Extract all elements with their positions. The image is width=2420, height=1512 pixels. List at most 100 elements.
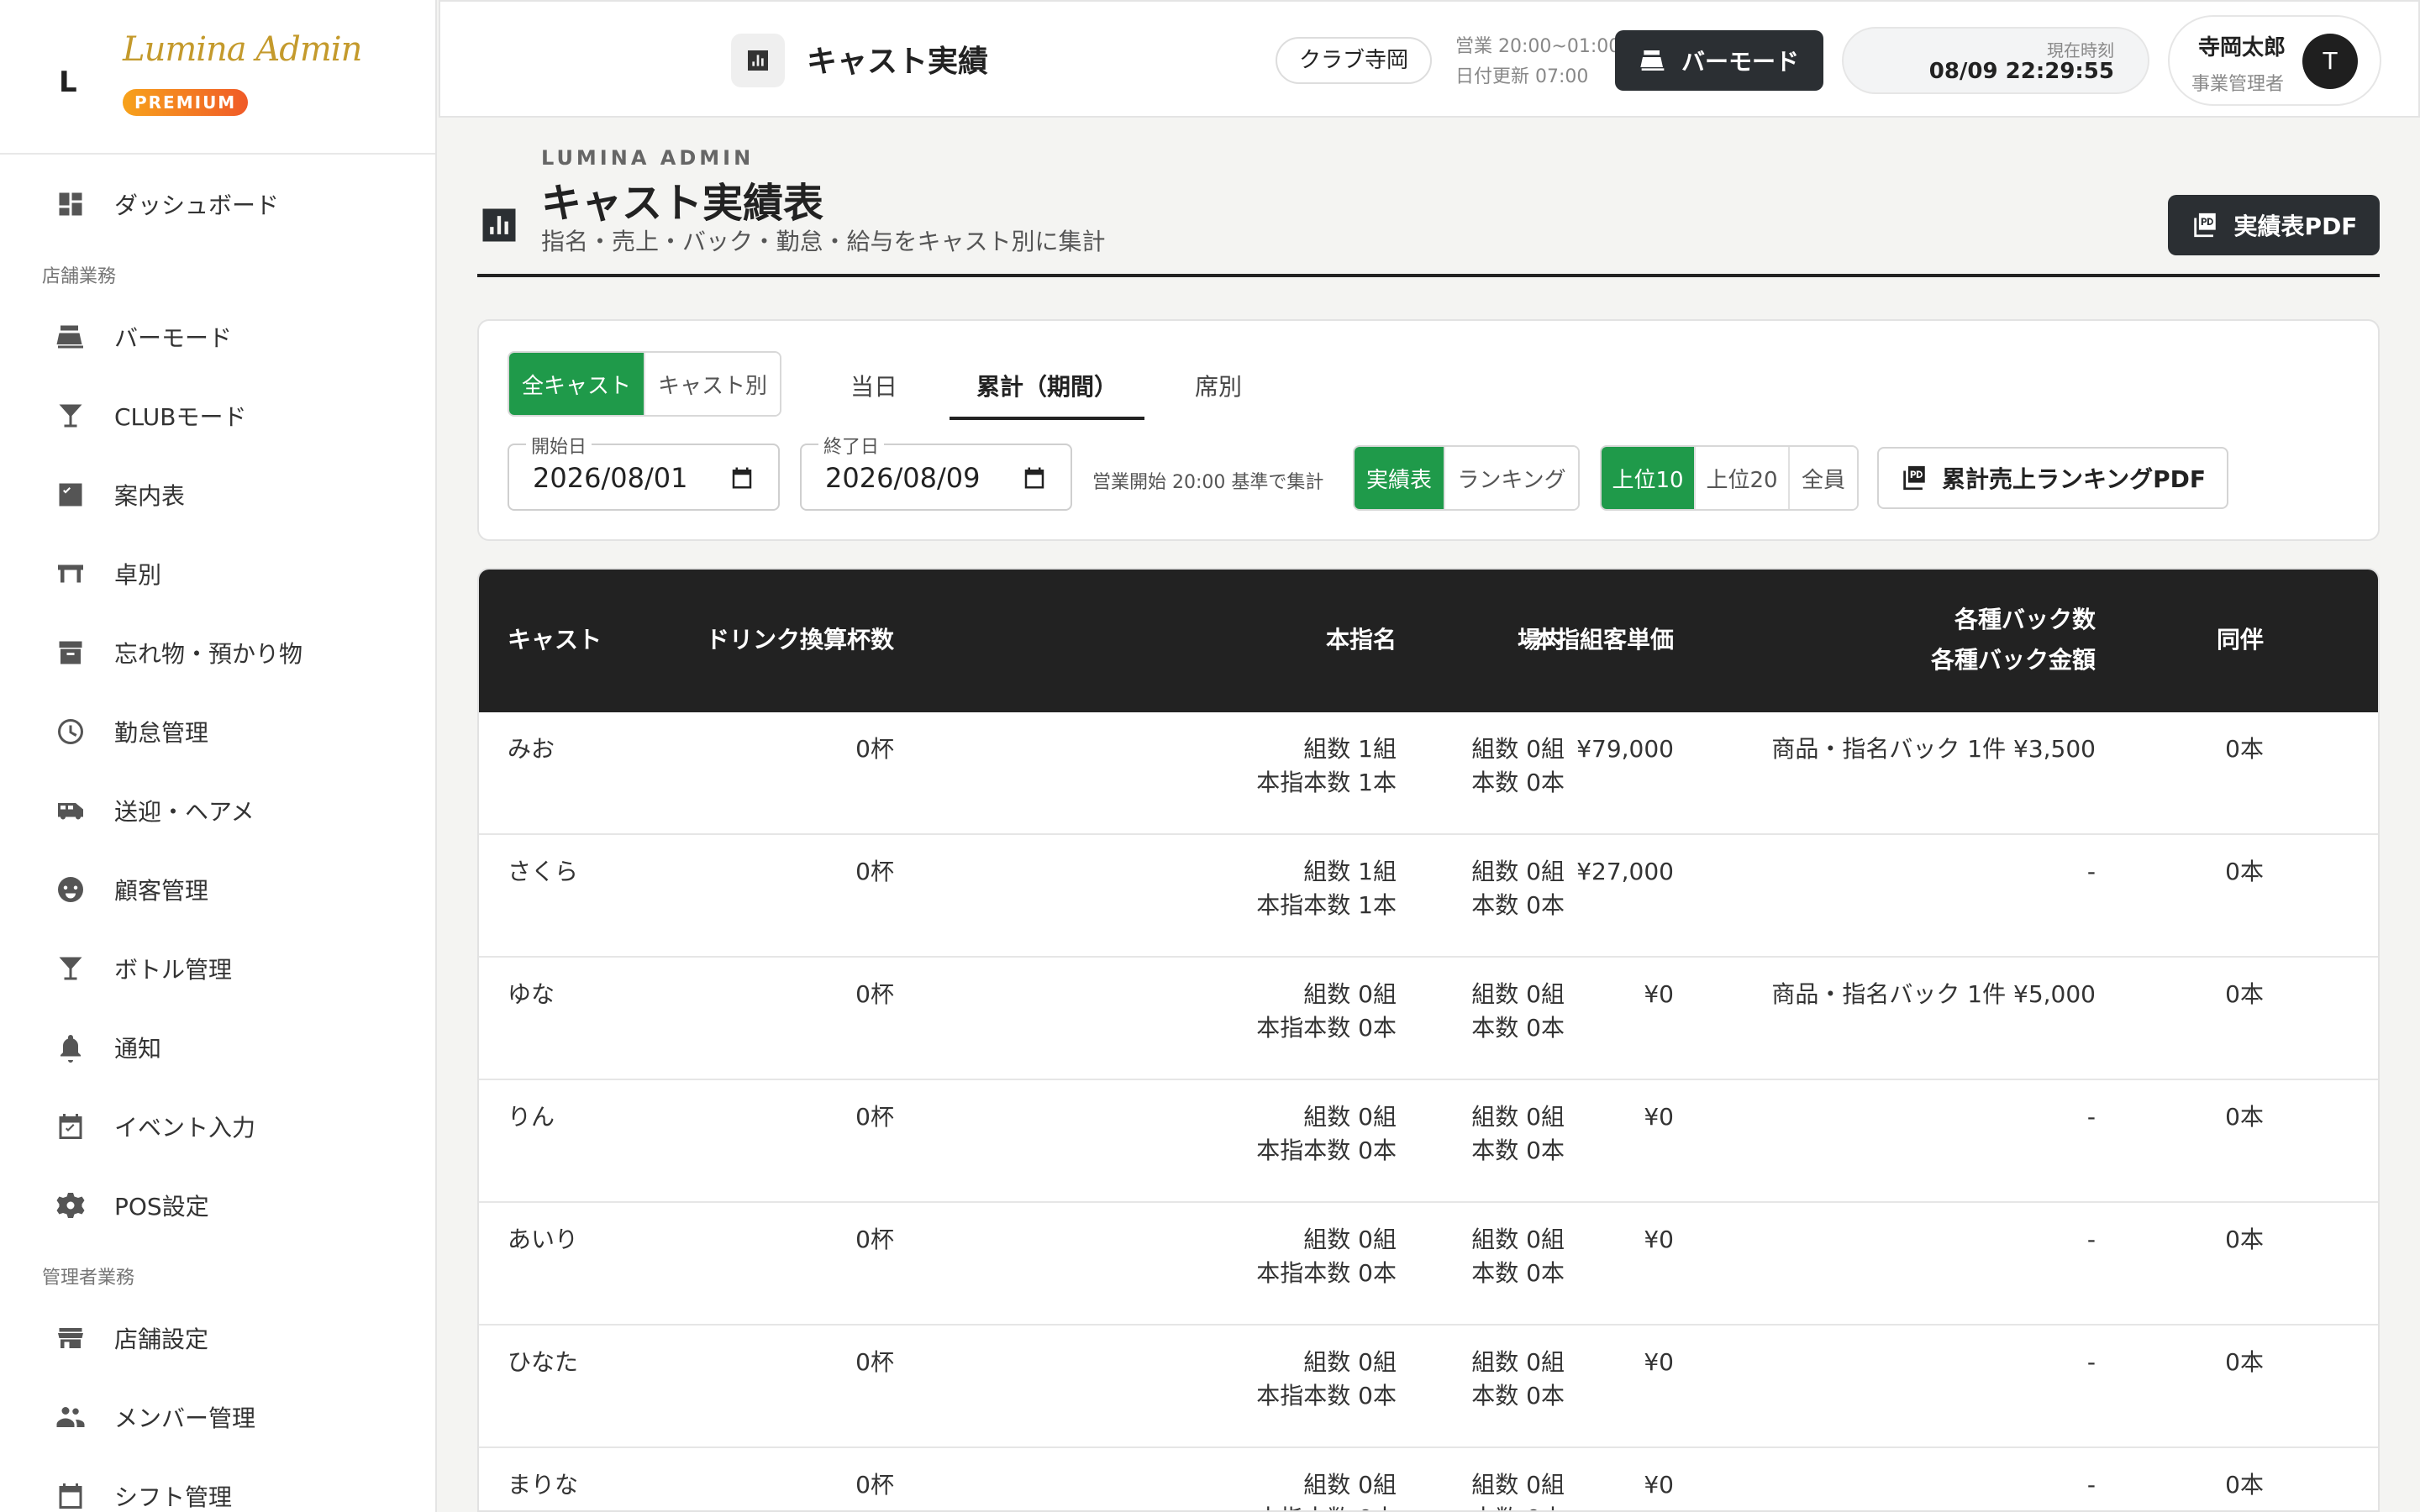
sidebar-item-transport[interactable]: 送迎・ヘアメ bbox=[0, 771, 435, 850]
ranking-pdf-button[interactable]: 累計売上ランキングPDF bbox=[1877, 447, 2228, 509]
cast-name[interactable]: みお bbox=[508, 732, 555, 766]
sidebar-item-label: 案内表 bbox=[114, 482, 186, 510]
honshimei-cell: 組数 0組本指本数 0本 bbox=[1256, 1346, 1397, 1413]
honshimei-cell: 組数 0組本指本数 0本 bbox=[1256, 1100, 1397, 1168]
tab-by-seat[interactable]: 席別 bbox=[1195, 360, 1242, 420]
business-hours-info: 営業 20:00~01:00 日付更新 07:00 bbox=[1455, 32, 1620, 92]
column-header-drink[interactable]: ドリンク換算杯数 bbox=[706, 620, 894, 660]
drink-count: 0杯 bbox=[855, 735, 894, 763]
date-update-time: 日付更新 07:00 bbox=[1455, 66, 1589, 87]
sidebar-item-members[interactable]: メンバー管理 bbox=[0, 1378, 435, 1457]
sidebar-item-bar-mode[interactable]: バーモード bbox=[0, 297, 435, 376]
top-20-option[interactable]: 上位20 bbox=[1696, 447, 1790, 509]
calendar-icon[interactable] bbox=[1022, 465, 1047, 491]
sidebar-item-bottles[interactable]: ボトル管理 bbox=[0, 929, 435, 1008]
register-icon bbox=[54, 320, 87, 354]
table-row[interactable]: みお 組数 1組 本指本数 1本 組数 0組 本数 0本 0杯 ¥79,000 商品・指名バッ… bbox=[479, 712, 2378, 835]
bar-mode-button[interactable]: バーモード bbox=[1615, 30, 1823, 91]
sidebar-item-pos-settings[interactable]: POS設定 bbox=[0, 1166, 435, 1245]
sidebar-item-label: 卓別 bbox=[114, 561, 162, 589]
sidebar-item-customers[interactable]: 顧客管理 bbox=[0, 850, 435, 929]
dohan-count: 0本 bbox=[2225, 1471, 2264, 1499]
unit-price: ¥27,000 bbox=[1576, 858, 1674, 885]
end-date-label: 終了日 bbox=[818, 432, 885, 459]
cocktail-icon bbox=[54, 952, 87, 985]
table-icon bbox=[54, 557, 87, 591]
user-menu[interactable]: 寺岡太郎 事業管理者 T bbox=[2168, 15, 2381, 106]
drink-count: 0杯 bbox=[855, 1471, 894, 1499]
cast-name[interactable]: さくら bbox=[508, 855, 578, 889]
view-performance-table[interactable]: 実績表 bbox=[1355, 447, 1445, 509]
cast-name[interactable]: りん bbox=[508, 1100, 555, 1134]
cast-name[interactable]: ゆな bbox=[508, 978, 555, 1011]
filter-panel: 全キャスト キャスト別 当日 累計（期間） 席別 開始日 2026/08/01 … bbox=[477, 319, 2380, 541]
cast-name[interactable]: まりな bbox=[508, 1468, 578, 1502]
sidebar-item-tables[interactable]: 卓別 bbox=[0, 534, 435, 613]
column-header-cast[interactable]: キャスト bbox=[508, 620, 602, 660]
banai-count: 本数 0本 bbox=[1471, 1502, 1565, 1510]
calendar-icon bbox=[54, 1110, 87, 1143]
sidebar-item-guide[interactable]: 案内表 bbox=[0, 455, 435, 534]
sidebar-item-label: メンバー管理 bbox=[114, 1404, 256, 1432]
bar-chart-icon bbox=[731, 34, 785, 87]
view-ranking[interactable]: ランキング bbox=[1445, 447, 1578, 509]
banai-count: 本数 0本 bbox=[1471, 1382, 1565, 1410]
banai-cell: 組数 0組本数 0本 bbox=[1471, 1468, 1565, 1510]
column-header-back-amount[interactable]: 各種バック金額 bbox=[1931, 640, 2096, 680]
sidebar-item-events[interactable]: イベント入力 bbox=[0, 1087, 435, 1166]
top-10-option[interactable]: 上位10 bbox=[1602, 447, 1696, 509]
unit-price: ¥79,000 bbox=[1576, 735, 1674, 763]
sidebar-item-dashboard[interactable]: ダッシュボード bbox=[0, 165, 435, 244]
scope-all-casts[interactable]: 全キャスト bbox=[509, 353, 645, 415]
table-row[interactable]: あいり 組数 0組 本指本数 0本 組数 0組 本数 0本 0杯 ¥0-0本 bbox=[479, 1203, 2378, 1326]
start-date-value[interactable]: 2026/08/01 bbox=[533, 462, 687, 494]
tab-cumulative[interactable]: 累計（期間） bbox=[950, 360, 1144, 420]
sidebar-item-attendance[interactable]: 勤怠管理 bbox=[0, 692, 435, 771]
start-date-field[interactable]: 開始日 2026/08/01 bbox=[508, 432, 780, 511]
banai-groups: 組数 0組 bbox=[1471, 980, 1565, 1008]
table-row[interactable]: さくら 組数 1組 本指本数 1本 組数 0組 本数 0本 0杯 ¥27,000 - 0本 bbox=[479, 835, 2378, 958]
calendar-icon[interactable] bbox=[729, 465, 755, 491]
store-icon bbox=[54, 1321, 87, 1355]
table-row[interactable]: りん 組数 0組 本指本数 0本 組数 0組 本数 0本 0杯 ¥0-0本 bbox=[479, 1080, 2378, 1203]
scope-by-cast[interactable]: キャスト別 bbox=[645, 353, 780, 415]
column-header-honshimei[interactable]: 本指名 bbox=[1326, 620, 1397, 660]
table-row[interactable]: まりな組数 0組本指本数 0本組数 0組本数 0本0杯¥0-0本 bbox=[479, 1448, 2378, 1510]
cast-name[interactable]: あいり bbox=[508, 1223, 578, 1257]
sidebar-item-store-settings[interactable]: 店舗設定 bbox=[0, 1299, 435, 1378]
column-header-unit-price[interactable]: 本指組客単価 bbox=[1533, 620, 1674, 660]
sidebar-item-label: 通知 bbox=[114, 1035, 162, 1063]
column-header-dohan[interactable]: 同伴 bbox=[2217, 620, 2264, 660]
avatar[interactable]: T bbox=[2302, 34, 2358, 89]
unit-price: ¥0 bbox=[1644, 1103, 1674, 1131]
all-members-option[interactable]: 全員 bbox=[1790, 447, 1857, 509]
banai-groups: 組数 0組 bbox=[1471, 1103, 1565, 1131]
table-row[interactable]: ひなた 組数 0組 本指本数 0本 組数 0組 本数 0本 0杯 ¥0-0本 bbox=[479, 1326, 2378, 1448]
end-date-field[interactable]: 終了日 2026/08/09 bbox=[800, 432, 1072, 511]
drink-count: 0杯 bbox=[855, 858, 894, 885]
column-header-back-count[interactable]: 各種バック数 bbox=[1954, 600, 2096, 640]
user-name: 寺岡太郎 bbox=[2198, 35, 2286, 60]
store-selector[interactable]: クラブ寺岡 bbox=[1276, 37, 1433, 84]
sidebar-item-shifts[interactable]: シフト管理 bbox=[0, 1457, 435, 1512]
sidebar-item-lost-items[interactable]: 忘れ物・預かり物 bbox=[0, 613, 435, 692]
topbar-title: キャスト実績 bbox=[807, 45, 989, 79]
bar-chart-icon bbox=[477, 203, 521, 247]
sidebar-item-club-mode[interactable]: CLUBモード bbox=[0, 376, 435, 455]
sidebar-item-label: 店舗設定 bbox=[114, 1326, 209, 1353]
page-title: キャスト実績表 bbox=[541, 180, 824, 227]
cast-name[interactable]: ひなた bbox=[508, 1346, 578, 1379]
table-row[interactable]: ゆな 組数 0組 本指本数 0本 組数 0組 本数 0本 0杯 ¥0 商品・指名バック 1件 … bbox=[479, 958, 2378, 1080]
sidebar-item-notifications[interactable]: 通知 bbox=[0, 1008, 435, 1087]
tab-today[interactable]: 当日 bbox=[850, 360, 897, 420]
unit-price: ¥0 bbox=[1644, 1226, 1674, 1253]
premium-badge: PREMIUM bbox=[123, 89, 249, 116]
honshimei-count: 本指本数 0本 bbox=[1256, 1014, 1397, 1042]
banai-count: 本数 0本 bbox=[1471, 769, 1565, 796]
header-divider bbox=[477, 274, 2380, 277]
dohan-count: 0本 bbox=[2225, 1348, 2264, 1376]
end-date-value[interactable]: 2026/08/09 bbox=[825, 462, 980, 494]
honshimei-groups: 組数 1組 bbox=[1303, 858, 1397, 885]
dohan-count: 0本 bbox=[2225, 735, 2264, 763]
performance-pdf-button[interactable]: 実績表PDF bbox=[2168, 195, 2380, 255]
